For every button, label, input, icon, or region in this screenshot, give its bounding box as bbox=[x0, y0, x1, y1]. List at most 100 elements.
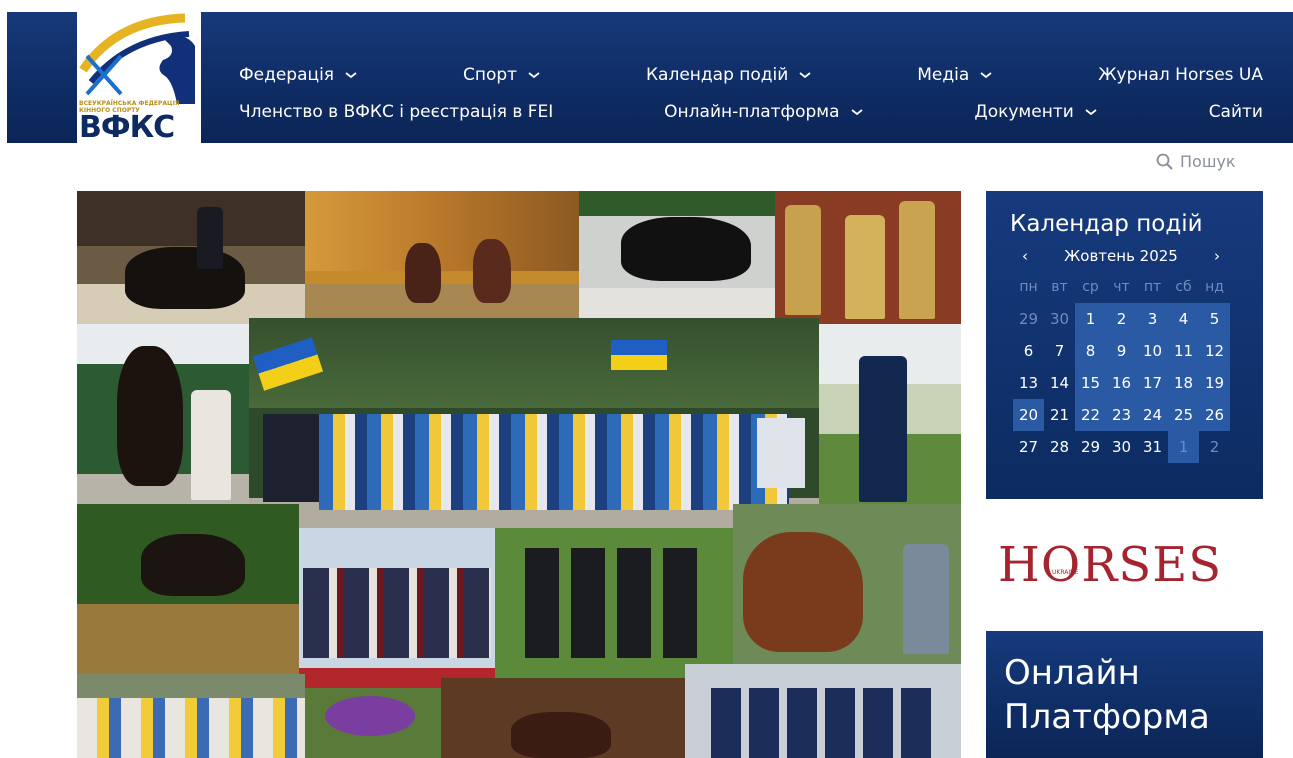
online-platform-banner[interactable]: Онлайн Платформа bbox=[986, 631, 1263, 758]
calendar-day[interactable]: 30 bbox=[1044, 303, 1075, 335]
calendar-weekday: вт bbox=[1051, 279, 1068, 295]
chevron-down-icon bbox=[345, 72, 357, 79]
photo-rider-and-coach bbox=[77, 324, 249, 504]
calendar-weekday: ср bbox=[1082, 279, 1099, 295]
chevron-down-icon bbox=[799, 72, 811, 79]
photo-medal-riders-red bbox=[299, 528, 495, 688]
calendar-day[interactable]: 24 bbox=[1137, 399, 1168, 431]
calendar-next-button[interactable]: › bbox=[1208, 247, 1226, 265]
photo-horse-shower bbox=[733, 504, 961, 664]
calendar-day[interactable]: 1 bbox=[1168, 431, 1199, 463]
nav-item-federation[interactable]: Федерація bbox=[239, 65, 358, 85]
federation-logo[interactable]: ВСЕУКРАЇНСЬКА ФЕДЕРАЦІЯ КІННОГО СПОРТУ В… bbox=[77, 12, 201, 143]
calendar-day[interactable]: 5 bbox=[1199, 303, 1230, 335]
nav-item-label: Медіа bbox=[917, 65, 970, 85]
calendar-day[interactable]: 25 bbox=[1168, 399, 1199, 431]
calendar-day[interactable]: 10 bbox=[1137, 335, 1168, 367]
calendar-day[interactable]: 6 bbox=[1013, 335, 1044, 367]
calendar-day[interactable]: 26 bbox=[1199, 399, 1230, 431]
search-link[interactable]: Пошук bbox=[1156, 152, 1236, 171]
photo-rider-with-cup bbox=[819, 324, 961, 504]
chevron-down-icon bbox=[850, 109, 863, 116]
photo-dressage-arena bbox=[77, 191, 305, 324]
nav-item-label: Онлайн-платформа bbox=[664, 102, 840, 122]
calendar-day[interactable]: 29 bbox=[1075, 431, 1106, 463]
calendar-day[interactable]: 3 bbox=[1137, 303, 1168, 335]
main-nav-row-1: Федерація Спорт Календар подій Медіа Жур… bbox=[239, 65, 1263, 85]
events-calendar-widget: Календар подій ‹ Жовтень 2025 › пн вт ср чт… bbox=[986, 191, 1263, 499]
horses-magazine-banner[interactable]: HORSES UKRAINE bbox=[986, 517, 1263, 617]
calendar-weekday: чт bbox=[1113, 279, 1130, 295]
calendar-day[interactable]: 7 bbox=[1044, 335, 1075, 367]
calendar-grid: пн вт ср чт пт сб нд 29 30 1 2 3 4 5 6 7 8 9 10 11 12 13 14 15 1… bbox=[1013, 271, 1230, 463]
calendar-day[interactable]: 27 bbox=[1013, 431, 1044, 463]
calendar-day[interactable]: 8 bbox=[1075, 335, 1106, 367]
photo-trophies bbox=[775, 191, 961, 324]
chevron-down-icon bbox=[528, 72, 540, 79]
calendar-day[interactable]: 20 bbox=[1013, 399, 1044, 431]
calendar-day[interactable]: 28 bbox=[1044, 431, 1075, 463]
calendar-prev-button[interactable]: ‹ bbox=[1016, 247, 1034, 265]
nav-item-label: Документи bbox=[974, 102, 1074, 122]
calendar-weekday: пн bbox=[1019, 279, 1038, 295]
calendar-month-nav: ‹ Жовтень 2025 › bbox=[1016, 247, 1226, 265]
nav-item-label: Членство в ВФКС і реєстрація в FEI bbox=[239, 102, 554, 122]
calendar-day[interactable]: 29 bbox=[1013, 303, 1044, 335]
calendar-day[interactable]: 2 bbox=[1106, 303, 1137, 335]
nav-item-sites[interactable]: Сайти bbox=[1209, 102, 1263, 122]
calendar-weekday: сб bbox=[1175, 279, 1192, 295]
nav-item-label: Журнал Horses UA bbox=[1098, 65, 1263, 85]
nav-item-membership[interactable]: Членство в ВФКС і реєстрація в FEI bbox=[239, 102, 553, 122]
photo-team-group bbox=[77, 674, 305, 758]
nav-item-label: Сайти bbox=[1208, 102, 1263, 122]
online-platform-line2: Платформа bbox=[1004, 697, 1210, 737]
calendar-day[interactable]: 11 bbox=[1168, 335, 1199, 367]
calendar-month-label: Жовтень 2025 bbox=[1064, 247, 1178, 265]
chevron-down-icon bbox=[1085, 109, 1097, 116]
calendar-day[interactable]: 30 bbox=[1106, 431, 1137, 463]
calendar-day[interactable]: 22 bbox=[1075, 399, 1106, 431]
calendar-title: Календар подій bbox=[1010, 211, 1203, 237]
photo-cross-country-jump bbox=[77, 504, 299, 674]
horse-head-icon bbox=[79, 13, 195, 104]
photo-collage[interactable] bbox=[77, 191, 961, 758]
calendar-day[interactable]: 4 bbox=[1168, 303, 1199, 335]
main-nav-row-2: Членство в ВФКС і реєстрація в FEI Онлай… bbox=[239, 102, 1263, 122]
calendar-day[interactable]: 16 bbox=[1106, 367, 1137, 399]
photo-team-with-flags bbox=[249, 318, 819, 528]
photo-autumn-riders bbox=[305, 191, 579, 324]
calendar-day[interactable]: 17 bbox=[1137, 367, 1168, 399]
calendar-day[interactable]: 13 bbox=[1013, 367, 1044, 399]
calendar-day[interactable]: 2 bbox=[1199, 431, 1230, 463]
photo-flowers bbox=[305, 688, 441, 758]
photo-black-horse-dressage bbox=[579, 191, 775, 324]
photo-team-medals bbox=[685, 664, 961, 758]
site-header: ВСЕУКРАЇНСЬКА ФЕДЕРАЦІЯ КІННОГО СПОРТУ В… bbox=[7, 12, 1293, 143]
logo-abbreviation: ВФКС bbox=[79, 110, 175, 143]
search-icon bbox=[1156, 153, 1173, 170]
calendar-day[interactable]: 19 bbox=[1199, 367, 1230, 399]
calendar-day[interactable]: 15 bbox=[1075, 367, 1106, 399]
photo-show-jumping-arena bbox=[441, 678, 685, 758]
nav-item-sport[interactable]: Спорт bbox=[463, 65, 541, 85]
nav-item-horses-magazine[interactable]: Журнал Horses UA bbox=[1098, 65, 1263, 85]
nav-item-media[interactable]: Медіа bbox=[917, 65, 993, 85]
nav-item-label: Федерація bbox=[239, 65, 335, 85]
calendar-day[interactable]: 21 bbox=[1044, 399, 1075, 431]
photo-podium-riders bbox=[495, 528, 733, 678]
search-label: Пошук bbox=[1180, 152, 1236, 171]
nav-item-documents[interactable]: Документи bbox=[974, 102, 1097, 122]
nav-item-label: Календар подій bbox=[645, 65, 789, 85]
nav-item-events-calendar[interactable]: Календар подій bbox=[646, 65, 812, 85]
calendar-weekday: нд bbox=[1205, 279, 1224, 295]
calendar-day[interactable]: 9 bbox=[1106, 335, 1137, 367]
calendar-day[interactable]: 14 bbox=[1044, 367, 1075, 399]
calendar-day[interactable]: 18 bbox=[1168, 367, 1199, 399]
calendar-day[interactable]: 23 bbox=[1106, 399, 1137, 431]
calendar-day[interactable]: 12 bbox=[1199, 335, 1230, 367]
nav-item-label: Спорт bbox=[462, 65, 518, 85]
calendar-day[interactable]: 31 bbox=[1137, 431, 1168, 463]
nav-item-online-platform[interactable]: Онлайн-платформа bbox=[664, 102, 863, 122]
calendar-day[interactable]: 1 bbox=[1075, 303, 1106, 335]
chevron-down-icon bbox=[980, 72, 992, 79]
